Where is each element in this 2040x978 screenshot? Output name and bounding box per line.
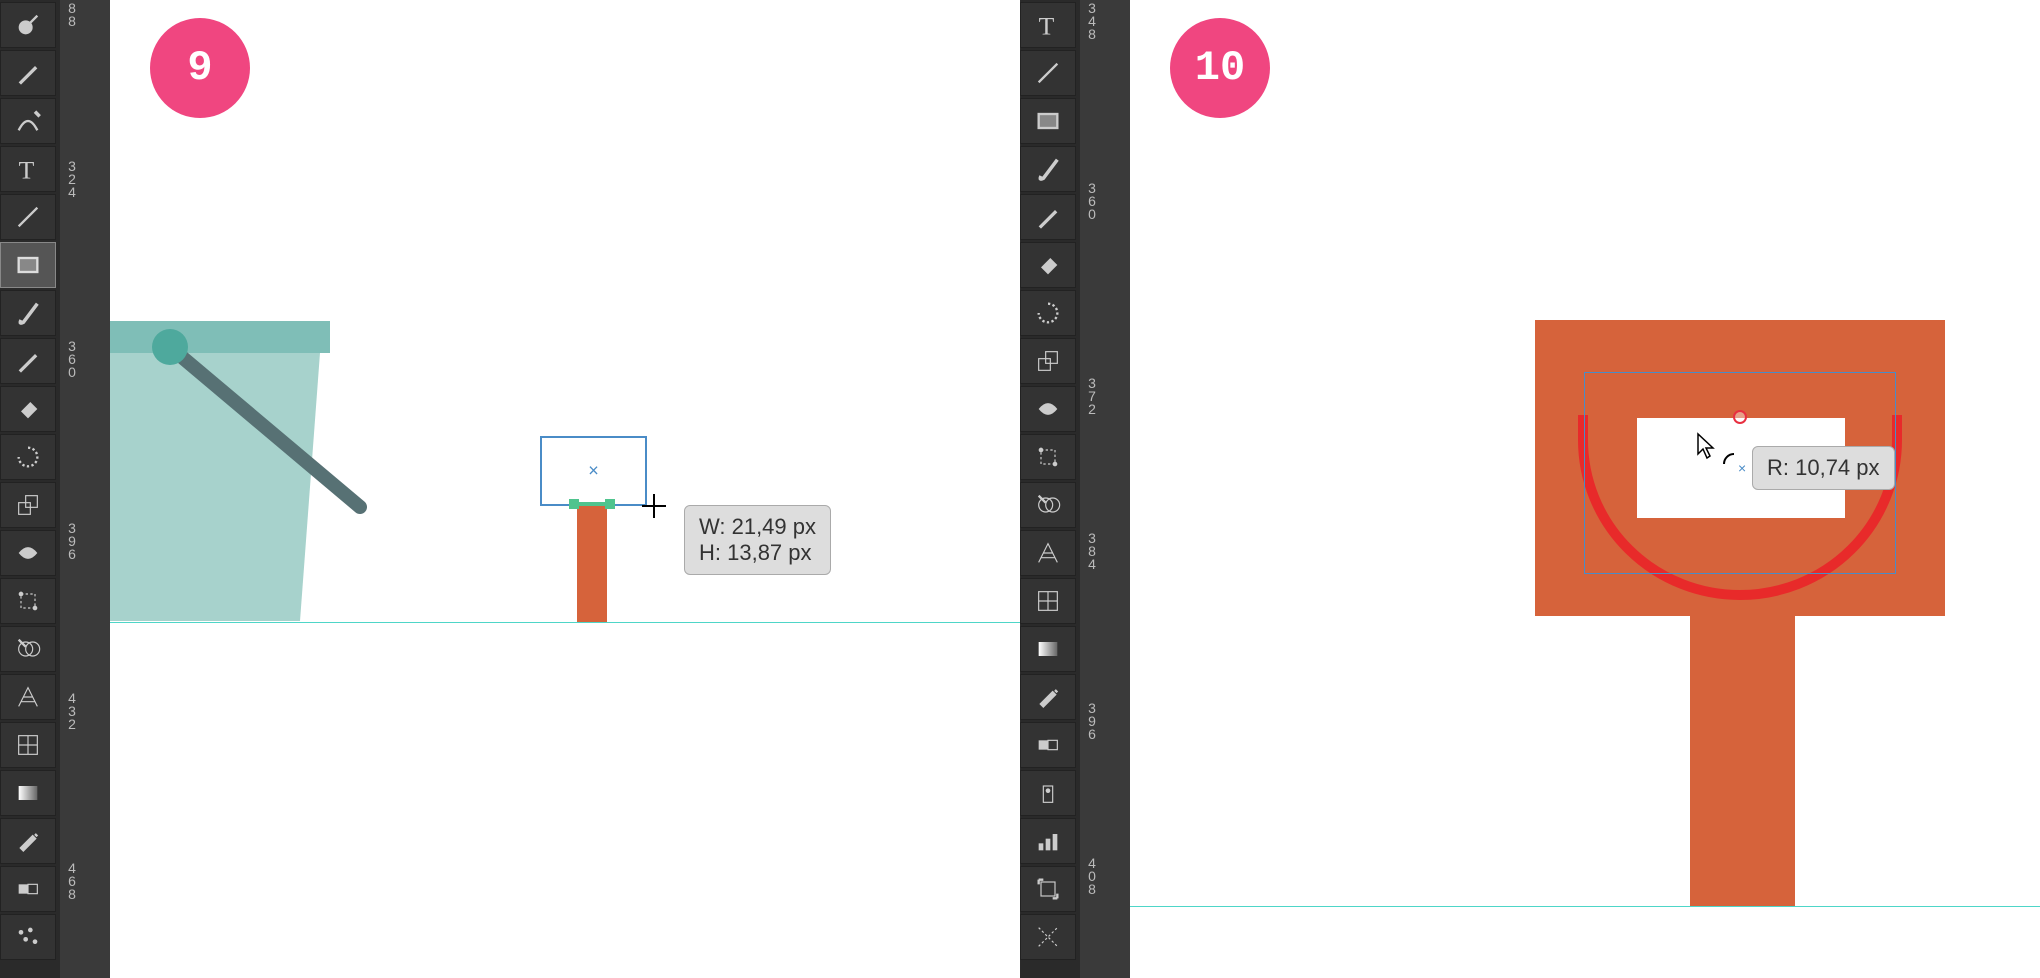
svg-text:T: T xyxy=(1039,11,1055,39)
ruler-tick: 372 xyxy=(1085,375,1099,414)
blend-tool[interactable] xyxy=(1020,722,1076,768)
eraser-tool[interactable] xyxy=(0,386,56,432)
artboard-tool[interactable] xyxy=(1020,866,1076,912)
mesh-tool[interactable] xyxy=(1020,578,1076,624)
pencil-tool[interactable] xyxy=(0,50,56,96)
pencil-tool[interactable] xyxy=(1020,194,1076,240)
rotate-tool[interactable] xyxy=(1020,290,1076,336)
canvas-left[interactable]: 9 × W: 21,49 px xyxy=(110,0,1020,978)
x-marker: × xyxy=(1738,460,1746,476)
ruler-tick: 468 xyxy=(65,860,79,899)
free-transform-tool[interactable] xyxy=(0,578,56,624)
perspective-grid-tool[interactable] xyxy=(1020,530,1076,576)
gradient-tool[interactable] xyxy=(0,770,56,816)
ruler-tick: 348 xyxy=(1085,0,1099,39)
eraser-tool[interactable] xyxy=(1020,242,1076,288)
bucket-shape xyxy=(110,321,370,646)
paintbrush-tool[interactable] xyxy=(1020,146,1076,192)
line-tool[interactable] xyxy=(0,194,56,240)
rectangle-tool[interactable] xyxy=(1020,98,1076,144)
slice-tool[interactable] xyxy=(1020,914,1076,960)
gradient-tool[interactable] xyxy=(1020,626,1076,672)
radius-tooltip: R: 10,74 px xyxy=(1752,446,1895,490)
scale-tool[interactable] xyxy=(1020,338,1076,384)
smart-guide xyxy=(575,502,609,506)
dimension-tooltip: W: 21,49 px H: 13,87 px xyxy=(684,505,831,575)
panel-step-9: T 88 324 360 396 432 468 9 xyxy=(0,0,1020,978)
ruler-tick: 396 xyxy=(65,520,79,559)
rotate-tool[interactable] xyxy=(0,434,56,480)
crosshair-cursor xyxy=(642,494,666,518)
canvas-right[interactable]: 10 × R: 10,74 xyxy=(1130,0,2040,978)
paintbrush-tool[interactable] xyxy=(0,290,56,336)
free-transform-tool[interactable] xyxy=(1020,434,1076,480)
ruler-right: 348 360 372 384 396 408 xyxy=(1080,0,1130,978)
type-tool[interactable]: T xyxy=(0,146,56,192)
toolbar-left: T xyxy=(0,0,60,978)
blob-brush-tool[interactable] xyxy=(0,2,56,48)
ruler-tick: 384 xyxy=(1085,530,1099,569)
ruler-tick: 432 xyxy=(65,690,79,729)
line-tool[interactable] xyxy=(1020,50,1076,96)
ruler-left: 88 324 360 396 432 468 xyxy=(60,0,110,978)
blend-tool[interactable] xyxy=(0,866,56,912)
tooltip-width: W: 21,49 px xyxy=(699,514,816,540)
ruler-tick: 408 xyxy=(1085,855,1099,894)
pencil2-tool[interactable] xyxy=(0,338,56,384)
ruler-tick: 88 xyxy=(65,0,79,26)
panel-step-10: T 348 360 372 384 396 408 10 xyxy=(1020,0,2040,978)
shape-builder-tool[interactable] xyxy=(0,626,56,672)
ruler-tick: 396 xyxy=(1085,700,1099,739)
tooltip-height: H: 13,87 px xyxy=(699,540,816,566)
ruler-tick: 360 xyxy=(65,338,79,377)
step-badge-9: 9 xyxy=(150,18,250,118)
eyedropper-tool[interactable] xyxy=(1020,674,1076,720)
curvature-tool[interactable] xyxy=(0,98,56,144)
width-tool[interactable] xyxy=(1020,386,1076,432)
mesh-tool[interactable] xyxy=(0,722,56,768)
symbol-sprayer-tool[interactable] xyxy=(1020,770,1076,816)
tooltip-radius: R: 10,74 px xyxy=(1767,455,1880,481)
toolbar-right: T xyxy=(1020,0,1080,978)
shape-builder-tool[interactable] xyxy=(1020,482,1076,528)
svg-text:T: T xyxy=(19,155,35,183)
perspective-grid-tool[interactable] xyxy=(0,674,56,720)
cursor-arrow-icon xyxy=(1696,432,1716,460)
type-tool[interactable]: T xyxy=(1020,2,1076,48)
eyedropper-tool[interactable] xyxy=(0,818,56,864)
symbol-sprayer-tool[interactable] xyxy=(0,914,56,960)
center-marker: × xyxy=(588,461,599,482)
ruler-tick: 324 xyxy=(65,158,79,197)
width-tool[interactable] xyxy=(0,530,56,576)
ruler-tick: 360 xyxy=(1085,180,1099,219)
drawing-rectangle: × xyxy=(540,436,647,506)
graph-tool[interactable] xyxy=(1020,818,1076,864)
shovel-handle-rect xyxy=(577,504,607,622)
rectangle-tool[interactable] xyxy=(0,242,56,288)
scale-tool[interactable] xyxy=(0,482,56,528)
live-corner-widget[interactable] xyxy=(1733,410,1747,424)
step-badge-10: 10 xyxy=(1170,18,1270,118)
